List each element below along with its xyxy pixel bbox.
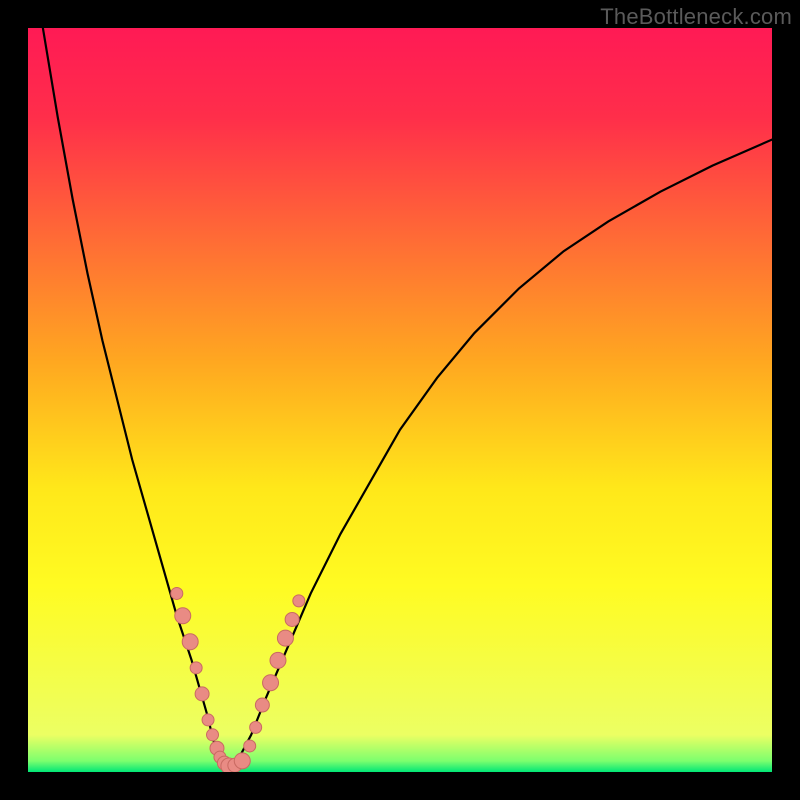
- marker-dot: [175, 608, 191, 624]
- watermark-text: TheBottleneck.com: [600, 4, 792, 30]
- marker-dot: [207, 729, 219, 741]
- marker-dot: [255, 698, 269, 712]
- marker-dot: [202, 714, 214, 726]
- marker-dot: [285, 612, 299, 626]
- marker-dot: [195, 687, 209, 701]
- marker-dot: [250, 721, 262, 733]
- chart-svg: [28, 28, 772, 772]
- marker-dot: [263, 675, 279, 691]
- marker-dot: [182, 634, 198, 650]
- marker-dot: [234, 753, 250, 769]
- marker-dot: [244, 740, 256, 752]
- marker-dot: [293, 595, 305, 607]
- marker-dot: [171, 587, 183, 599]
- marker-dot: [270, 652, 286, 668]
- marker-dot: [277, 630, 293, 646]
- chart-frame: [28, 28, 772, 772]
- chart-background: [28, 28, 772, 772]
- marker-dot: [190, 662, 202, 674]
